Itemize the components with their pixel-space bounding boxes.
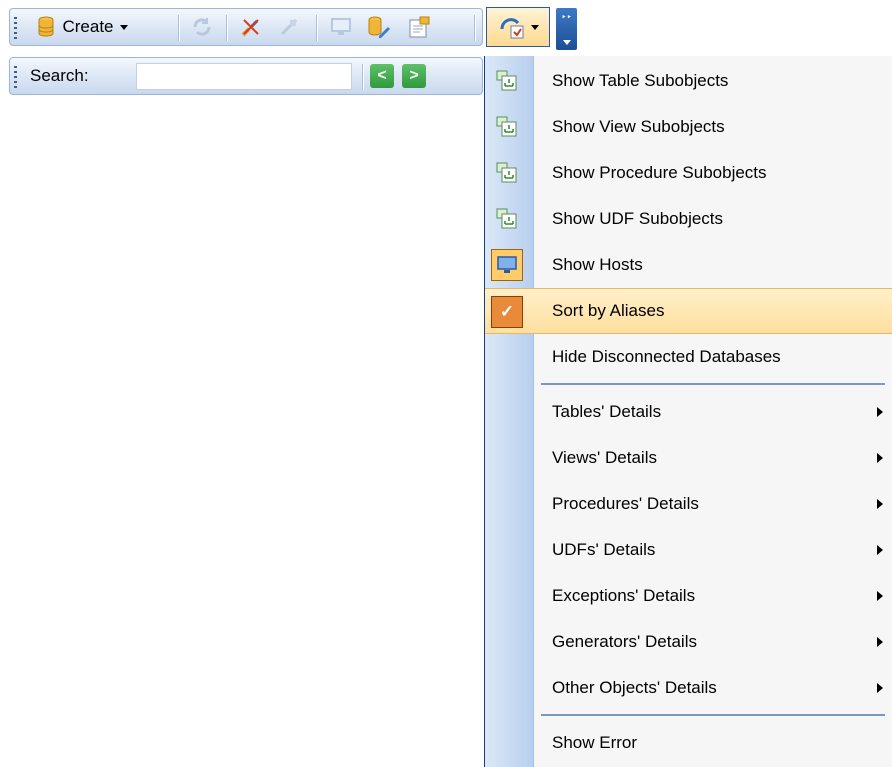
chevron-right-icon: > — [409, 67, 419, 84]
create-label: Create — [62, 17, 114, 36]
menu-item-tables-details[interactable]: Tables' Details — [485, 389, 892, 435]
chevron-left-icon: < — [377, 67, 387, 84]
toolbar-separator — [316, 15, 317, 41]
connect-icon — [280, 18, 298, 36]
find-previous-button[interactable]: < — [370, 64, 394, 88]
chevron-down-icon — [562, 40, 571, 45]
view-options-menu: Show Table Subobjects Show View Subobjec… — [484, 56, 892, 767]
submenu-arrow-icon — [877, 499, 883, 509]
menu-item-show-procedure-subobjects[interactable]: Show Procedure Subobjects — [485, 150, 892, 196]
search-input[interactable] — [136, 63, 352, 90]
subobjects-icon — [491, 157, 523, 189]
main-toolbar: Create — [9, 8, 483, 46]
edit-database-button[interactable] — [362, 9, 396, 45]
menu-item-show-error[interactable]: Show Error — [485, 720, 892, 766]
submenu-arrow-icon — [877, 637, 883, 647]
toolbar-separator — [474, 15, 475, 41]
disconnect-button[interactable] — [234, 9, 268, 45]
toolbar-separator — [226, 15, 227, 41]
subobjects-icon — [491, 65, 523, 97]
menu-item-show-view-subobjects[interactable]: Show View Subobjects — [485, 104, 892, 150]
properties-button[interactable] — [402, 9, 436, 45]
db-edit-icon — [368, 16, 390, 38]
connect-button[interactable] — [272, 9, 306, 45]
subobjects-icon — [491, 111, 523, 143]
toolbar-grip[interactable] — [14, 66, 17, 88]
menu-item-other-objects-details[interactable]: Other Objects' Details — [485, 665, 892, 711]
toolbar-grip[interactable] — [14, 17, 17, 39]
menu-item-generators-details[interactable]: Generators' Details — [485, 619, 892, 665]
properties-icon — [409, 16, 430, 38]
database-icon — [38, 16, 54, 37]
menu-separator — [541, 714, 885, 716]
double-chevron-icon: ‣‣ — [561, 12, 572, 22]
submenu-arrow-icon — [877, 591, 883, 601]
search-toolbar: Search: < > — [9, 57, 483, 95]
menu-item-show-table-subobjects[interactable]: Show Table Subobjects — [485, 58, 892, 104]
menu-item-udfs-details[interactable]: UDFs' Details — [485, 527, 892, 573]
monitor-icon — [331, 18, 351, 35]
menu-item-exceptions-details[interactable]: Exceptions' Details — [485, 573, 892, 619]
subobjects-icon — [491, 203, 523, 235]
menu-item-hide-disconnected-databases[interactable]: Hide Disconnected Databases — [485, 334, 892, 380]
submenu-arrow-icon — [877, 683, 883, 693]
menu-item-show-hosts[interactable]: Show Hosts — [485, 242, 892, 288]
toolbar-separator — [362, 64, 363, 90]
search-label-wrap: Search: — [30, 58, 120, 94]
view-options-icon — [500, 18, 523, 39]
check-icon: ✓ — [491, 296, 523, 328]
chevron-down-icon — [530, 24, 539, 30]
submenu-arrow-icon — [877, 453, 883, 463]
refresh-button[interactable] — [186, 9, 218, 45]
find-next-button[interactable]: > — [402, 64, 426, 88]
host-button[interactable] — [324, 9, 358, 45]
chevron-down-icon — [119, 24, 128, 30]
toolbar-overflow-button[interactable]: ‣‣ — [556, 8, 577, 50]
refresh-icon — [193, 18, 211, 36]
create-button[interactable]: Create — [28, 9, 136, 45]
view-options-dropdown-button[interactable] — [486, 7, 550, 47]
submenu-arrow-icon — [877, 407, 883, 417]
search-label: Search: — [30, 66, 89, 85]
toolbar-separator — [178, 15, 179, 41]
submenu-arrow-icon — [877, 545, 883, 555]
disconnect-icon — [241, 19, 259, 37]
menu-separator — [541, 383, 885, 385]
menu-item-views-details[interactable]: Views' Details — [485, 435, 892, 481]
menu-item-show-udf-subobjects[interactable]: Show UDF Subobjects — [485, 196, 892, 242]
menu-item-sort-by-aliases[interactable]: ✓ Sort by Aliases — [485, 288, 892, 334]
host-icon — [491, 249, 523, 281]
menu-item-procedures-details[interactable]: Procedures' Details — [485, 481, 892, 527]
